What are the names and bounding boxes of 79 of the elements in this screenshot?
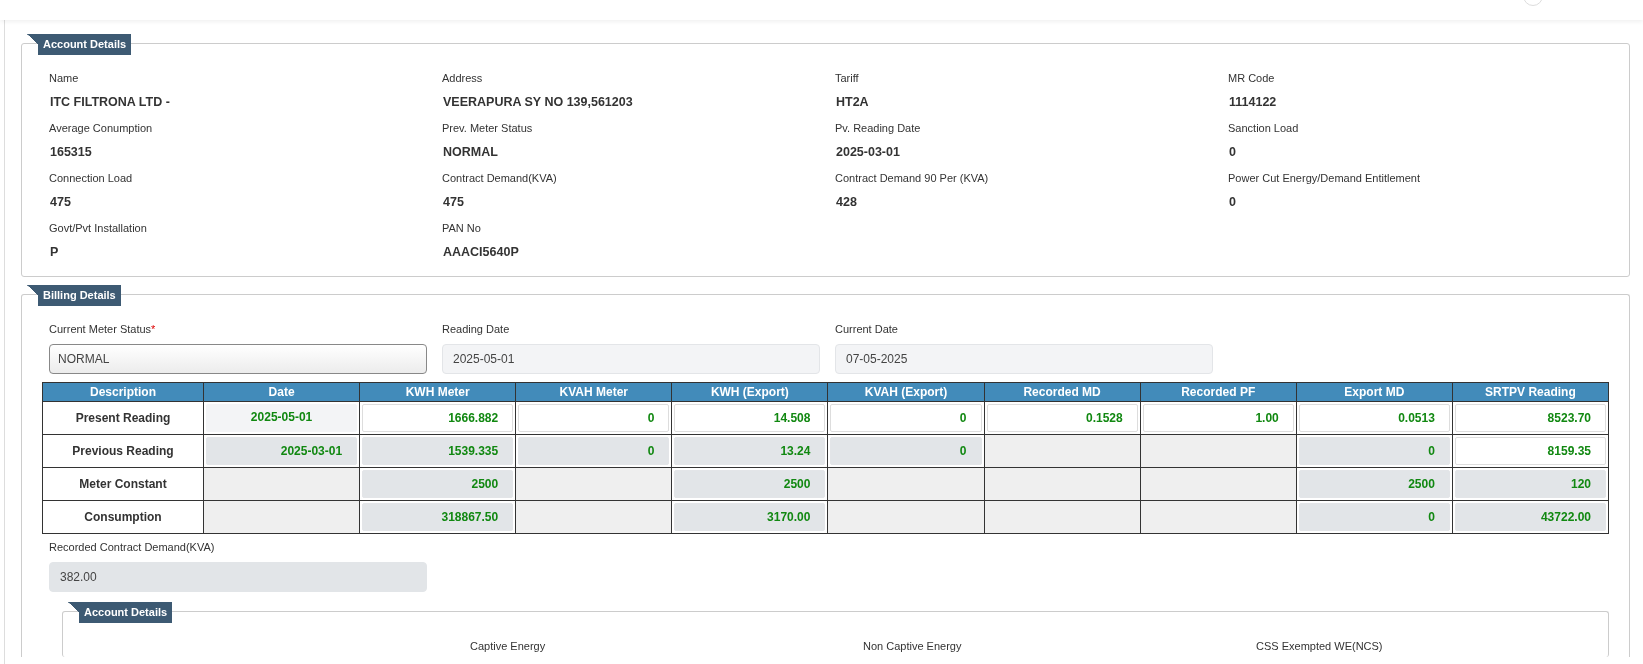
column-header: Description [42,382,204,402]
reading-value: 2500 [1298,470,1450,498]
field-label: Contract Demand 90 Per (KVA) [835,171,990,186]
meter-status-select[interactable]: NORMAL [49,344,427,374]
field-value: 0 [1228,144,1237,161]
field-label: Recorded Contract Demand(KVA) [49,540,216,555]
field-value: 475 [49,194,72,211]
reading-value: 318867.50 [362,503,514,531]
reading-value: 0 [518,437,670,465]
date-field[interactable]: 2025-05-01 [442,344,820,374]
field-label: Non Captive Energy [863,639,963,654]
field-label: Address [442,71,484,86]
reading-value: 43722.00 [1454,503,1606,531]
field-label: Prev. Meter Status [442,121,534,136]
reading-value: 3170.00 [674,503,826,531]
field-value: NORMAL [442,144,499,161]
field-label: Power Cut Energy/Demand Entitlement [1228,171,1421,186]
column-header: Date [203,382,360,402]
section-title: Account Details [27,34,132,55]
field-value: 475 [442,194,465,211]
reading-value: 0 [1298,503,1450,531]
reading-input[interactable]: 8159.35 [1454,437,1606,465]
reading-value: 13.24 [674,437,826,465]
field-label: Tariff [835,71,860,86]
column-header: KVAH (Export) [827,382,985,402]
field-label: Current Meter Status* [49,322,157,337]
field-label: Average Conumption [49,121,154,136]
reading-value: 2025-05-01 [206,404,358,432]
field-label: Reading Date [442,322,511,337]
field-label: CSS Exempted WE(NCS) [1256,639,1384,654]
field-label: Connection Load [49,171,134,186]
column-header: KVAH Meter [515,382,672,402]
reading-input[interactable]: 8523.70 [1454,404,1606,432]
reading-value: 0 [830,437,982,465]
field-label: Name [49,71,80,86]
field-value: ITC FILTRONA LTD - [49,94,171,111]
column-header: Recorded MD [984,382,1141,402]
reading-value: 2025-03-01 [206,437,358,465]
field-value: 428 [835,194,858,211]
column-header: Recorded PF [1140,382,1297,402]
reading-value: 1539.335 [362,437,514,465]
reading-input[interactable]: 1.00 [1142,404,1294,432]
field-value: P [49,244,60,261]
reading-input[interactable]: 1666.882 [362,404,514,432]
field-label: MR Code [1228,71,1276,86]
reading-value: 0 [1298,437,1450,465]
field-value: 2025-03-01 [835,144,901,161]
column-header: KWH (Export) [671,382,828,402]
field-label: Contract Demand(KVA) [442,171,558,186]
field-value: HT2A [835,94,870,111]
row-label: Present Reading [42,401,204,435]
section-title: Account Details [68,602,173,623]
column-header: SRTPV Reading [1452,382,1609,402]
field-value: AAACI5640P [442,244,520,261]
field-label: Govt/Pvt Installation [49,221,148,236]
column-header: Export MD [1296,382,1453,402]
field-value: 0 [1228,194,1237,211]
field-label: Current Date [835,322,899,337]
row-label: Consumption [42,500,204,534]
reading-input[interactable]: 0.0513 [1298,404,1450,432]
section-title: Billing Details [27,285,121,306]
field-label: Pv. Reading Date [835,121,922,136]
reading-input[interactable]: 14.508 [674,404,826,432]
field-label: PAN No [442,221,482,236]
reading-value: 2500 [362,470,514,498]
reading-value: 2500 [674,470,826,498]
reading-input[interactable]: 0.1528 [986,404,1138,432]
field-value: 165315 [49,144,93,161]
field-value: 1114122 [1228,94,1278,111]
reading-input[interactable]: 0 [518,404,670,432]
reading-value: 120 [1454,470,1606,498]
date-field[interactable]: 07-05-2025 [835,344,1213,374]
column-header: KWH Meter [359,382,516,402]
row-label: Previous Reading [42,434,204,468]
row-label: Meter Constant [42,467,204,501]
reading-input[interactable]: 0 [830,404,982,432]
field-label: Sanction Load [1228,121,1300,136]
field-value: VEERAPURA SY NO 139,561203 [442,94,634,111]
field-label: Captive Energy [470,639,547,654]
